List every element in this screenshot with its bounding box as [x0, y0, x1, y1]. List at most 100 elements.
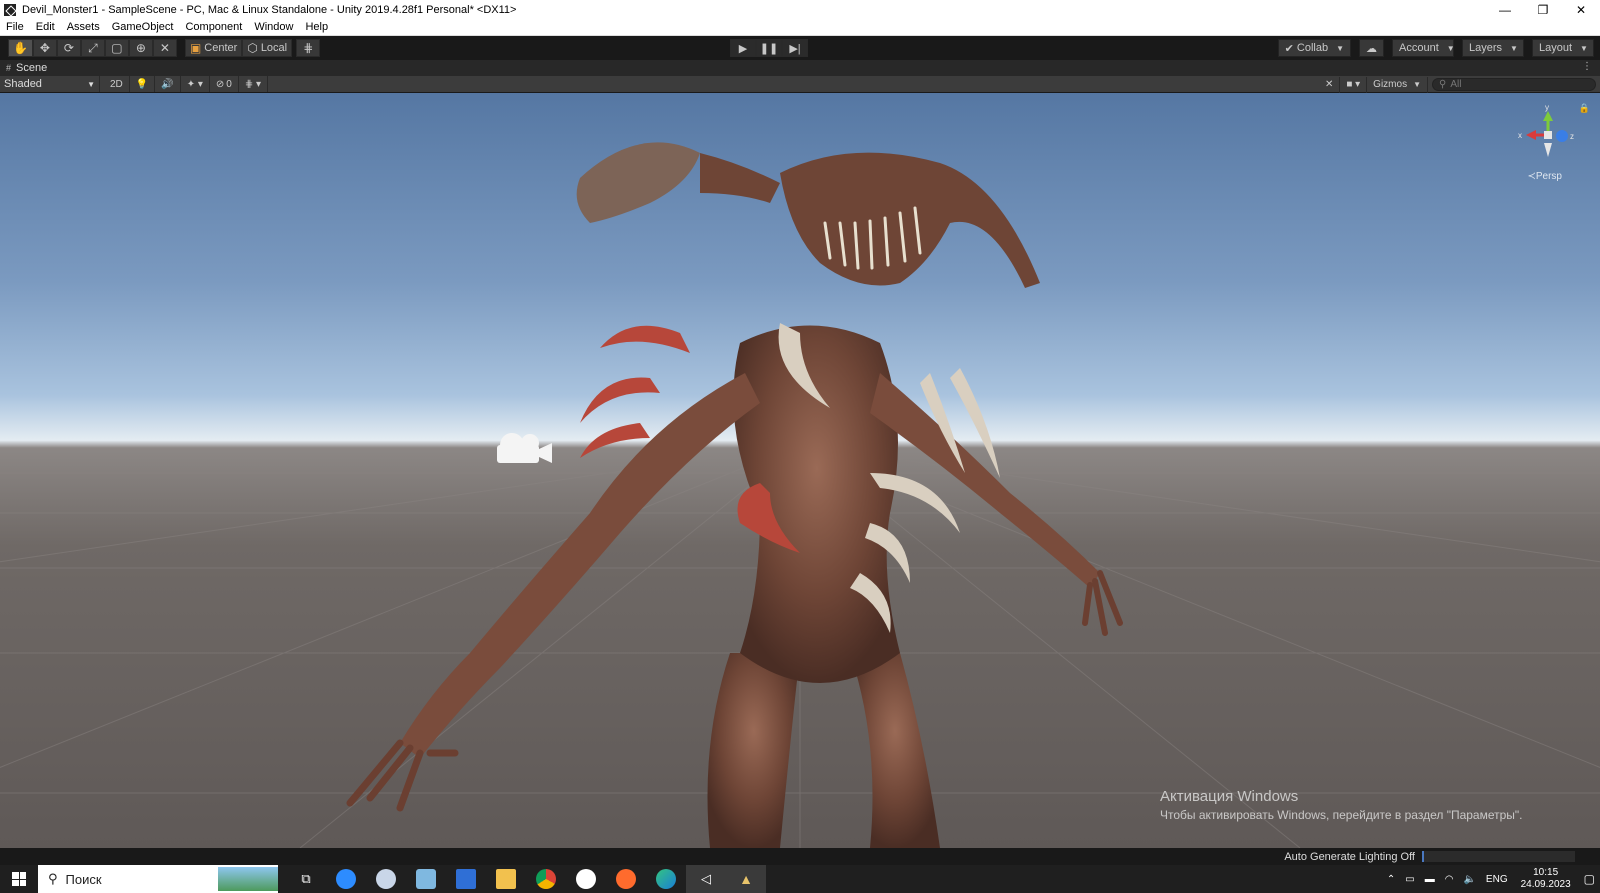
tab-menu-icon[interactable]: ⋮: [1582, 61, 1592, 72]
close-button[interactable]: ✕: [1562, 0, 1600, 19]
projection-toggle[interactable]: ≺Persp: [1527, 171, 1562, 182]
z-axis-handle: [1556, 130, 1568, 142]
grid-icon: ⋕ ▾: [244, 78, 262, 90]
yandex-app[interactable]: [566, 865, 606, 893]
menu-help[interactable]: Help: [299, 21, 334, 33]
back-arrow-icon: ≺: [1527, 171, 1536, 182]
move-tool-button[interactable]: ✥: [32, 39, 57, 57]
hidden-objects-toggle[interactable]: ⊘ 0: [210, 76, 239, 92]
scene-camera-icon[interactable]: [497, 433, 552, 463]
notes-app[interactable]: [406, 865, 446, 893]
pinned-apps: ⧉ ◁ ▲: [286, 865, 766, 893]
chevron-down-icon: ▼: [87, 79, 95, 89]
pivot-local-toggle[interactable]: ⬡ Local: [242, 39, 293, 57]
menu-assets[interactable]: Assets: [61, 21, 106, 33]
bulb-icon: 💡: [135, 78, 149, 90]
draw-mode-dropdown[interactable]: Shaded ▼: [0, 76, 100, 92]
system-tray: ⌃ ▭ ▬ ◠ 🔈 ENG 10:15 24.09.2023 ▢: [1382, 865, 1600, 893]
language-indicator[interactable]: ENG: [1481, 874, 1513, 885]
scene-viewport[interactable]: y x z 🔒 ≺Persp Активация Windows Чтобы а…: [0, 93, 1600, 848]
window-controls: — ❐ ✕: [1486, 0, 1600, 19]
layout-label: Layout: [1539, 42, 1573, 54]
task-view-button[interactable]: ⧉: [286, 865, 326, 893]
devil-monster-model[interactable]: [346, 142, 1123, 848]
grid-toggle-dropdown[interactable]: ⋕ ▾: [239, 76, 269, 92]
music-app[interactable]: [606, 865, 646, 893]
collab-dropdown[interactable]: ✔ Collab ▼: [1277, 39, 1351, 57]
search-icon: ⚲: [1439, 79, 1447, 90]
scene-tools-button[interactable]: ✕: [1319, 76, 1341, 93]
file-explorer-app[interactable]: [486, 865, 526, 893]
custom-tool-button[interactable]: ✕: [152, 39, 177, 57]
tray-device-icon[interactable]: ▭: [1400, 874, 1419, 885]
transform-icon: ⊕: [135, 41, 146, 55]
tray-expand-icon[interactable]: ⌃: [1382, 874, 1400, 885]
rotate-tool-button[interactable]: ⟳: [56, 39, 81, 57]
clock[interactable]: 10:15 24.09.2023: [1513, 867, 1579, 891]
cloud-button[interactable]: ☁: [1359, 39, 1384, 57]
layout-dropdown[interactable]: Layout ▼: [1532, 39, 1594, 57]
scene-search-input[interactable]: ⚲ All: [1432, 78, 1596, 91]
minimize-button[interactable]: —: [1486, 0, 1524, 19]
yandex-icon: [576, 869, 596, 889]
transform-tool-button[interactable]: ⊕: [128, 39, 153, 57]
search-icon: ⚲: [48, 871, 58, 886]
collab-label: Collab: [1296, 42, 1329, 54]
rect-tool-button[interactable]: ▢: [104, 39, 129, 57]
zoom-app[interactable]: [326, 865, 366, 893]
paint-app[interactable]: [366, 865, 406, 893]
lighting-progress-bar: [1422, 851, 1575, 862]
lock-icon[interactable]: 🔒: [1579, 103, 1590, 114]
gizmos-dropdown[interactable]: Gizmos ▼: [1367, 76, 1428, 93]
menu-gameobject[interactable]: GameObject: [106, 21, 180, 33]
scene-grid-icon: #: [6, 63, 12, 73]
hand-tool-button[interactable]: ✋: [8, 39, 33, 57]
scale-tool-button[interactable]: ⤢: [80, 39, 105, 57]
unity-hub-app[interactable]: ▲: [726, 865, 766, 893]
toggle-2d-button[interactable]: 2D: [104, 76, 130, 92]
calendar-app[interactable]: [446, 865, 486, 893]
play-button[interactable]: ▶: [730, 39, 756, 57]
maximize-button[interactable]: ❐: [1524, 0, 1562, 19]
effects-dropdown[interactable]: ✦ ▾: [181, 76, 210, 92]
unity-app[interactable]: ◁: [686, 865, 726, 893]
z-axis-label: z: [1570, 132, 1574, 141]
lighting-toggle[interactable]: 💡: [130, 76, 156, 92]
chevron-down-icon: ▼: [1336, 43, 1344, 53]
layers-dropdown[interactable]: Layers ▼: [1462, 39, 1524, 57]
menu-component[interactable]: Component: [179, 21, 248, 33]
x-axis-label: x: [1518, 131, 1522, 140]
edge-app[interactable]: [646, 865, 686, 893]
pivot-center-toggle[interactable]: ▣ Center: [184, 39, 243, 57]
palette-icon: [376, 869, 396, 889]
chevron-down-icon: ▼: [1446, 43, 1455, 53]
start-button[interactable]: [0, 865, 38, 893]
taskbar-search-box[interactable]: ⚲ Поиск: [38, 865, 278, 893]
projection-label: Persp: [1535, 171, 1562, 182]
mode-2d-label: 2D: [110, 78, 123, 90]
y-axis-label: y: [1545, 103, 1549, 112]
notifications-icon[interactable]: ▢: [1579, 872, 1600, 886]
play-icon: ▶: [738, 42, 748, 55]
pause-button[interactable]: ❚❚: [756, 39, 782, 57]
window-title: Devil_Monster1 - SampleScene - PC, Mac &…: [22, 3, 517, 16]
volume-icon[interactable]: 🔈: [1458, 874, 1480, 885]
step-button[interactable]: ▶|: [782, 39, 808, 57]
scale-icon: ⤢: [88, 40, 98, 55]
snap-grid-button[interactable]: ⋕: [296, 39, 321, 57]
pivot-label: Center: [204, 42, 238, 54]
draw-mode-label: Shaded: [4, 78, 42, 90]
camera-settings-dropdown[interactable]: ■ ▾: [1340, 76, 1368, 93]
chrome-app[interactable]: [526, 865, 566, 893]
cube-icon: ⬡: [247, 41, 258, 55]
battery-icon[interactable]: ▬: [1420, 874, 1440, 885]
menu-edit[interactable]: Edit: [30, 21, 61, 33]
wifi-icon[interactable]: ◠: [1440, 874, 1459, 885]
windows-logo-icon: [12, 872, 26, 886]
account-dropdown[interactable]: Account ▼: [1392, 39, 1455, 57]
audio-toggle[interactable]: 🔊: [155, 76, 181, 92]
menu-file[interactable]: File: [0, 21, 30, 33]
menu-window[interactable]: Window: [248, 21, 299, 33]
tab-scene[interactable]: # Scene: [0, 62, 47, 74]
windows-activation-watermark: Активация Windows Чтобы активировать Win…: [1160, 788, 1523, 822]
